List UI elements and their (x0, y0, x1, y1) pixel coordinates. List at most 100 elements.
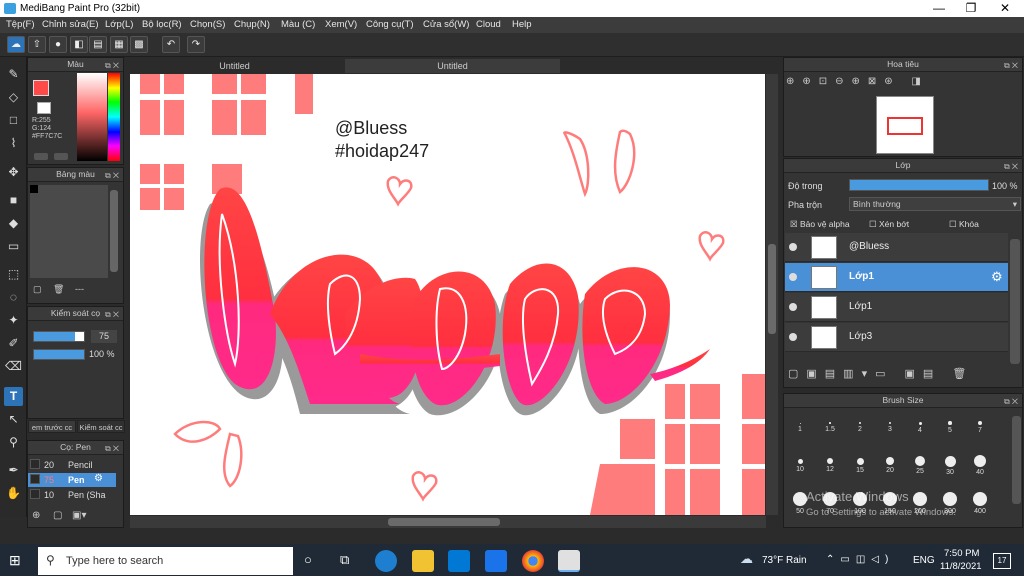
weather-text[interactable]: 73°F Rain (762, 555, 807, 566)
brush-size-slider[interactable] (33, 331, 85, 342)
brush-size-option[interactable]: 7 (966, 411, 994, 441)
add-brush-icon[interactable]: ⊕ (32, 510, 40, 521)
eraser-icon[interactable]: ◇ (4, 88, 23, 107)
color-picker-area[interactable] (77, 73, 107, 161)
swap-color-button[interactable] (34, 153, 48, 160)
layer-row[interactable]: Lớp1 (785, 293, 1008, 322)
brush-item-pencil[interactable]: 20 Pencil (28, 458, 116, 472)
redo-icon[interactable]: ↷ (187, 36, 205, 53)
menu-select[interactable]: Chọn(S) (190, 19, 225, 30)
menu-help[interactable]: Help (512, 19, 532, 30)
select-pen-icon[interactable]: ✐ (4, 334, 23, 353)
task-view-icon[interactable]: ⧉ (340, 552, 349, 568)
brush-size-option[interactable]: 20 (876, 449, 904, 479)
layer-row[interactable]: Lớp1 ⚙ (785, 263, 1008, 292)
menu-layer[interactable]: Lớp(L) (105, 19, 133, 30)
upload-icon[interactable]: ⇧ (28, 36, 46, 53)
grid-icon[interactable]: ▦ (110, 36, 128, 53)
menu-tools[interactable]: Công cụ(T) (366, 19, 414, 30)
chrome-icon[interactable] (522, 550, 544, 572)
bucket-icon[interactable]: ◆ (4, 214, 23, 233)
layer-scrollbar[interactable] (1010, 239, 1020, 364)
primary-color-swatch[interactable] (33, 80, 49, 96)
horizontal-scroll-thumb[interactable] (388, 518, 500, 526)
menu-window[interactable]: Cửa sổ(W) (423, 19, 469, 30)
tab-untitled-1[interactable]: Untitled (127, 59, 342, 73)
copy-brush-icon[interactable]: ▢ (53, 510, 62, 521)
blend-mode-select[interactable]: Bình thường ▾ (849, 197, 1021, 211)
select-icon[interactable]: ⬚ (4, 265, 23, 284)
page-icon[interactable]: ▤ (89, 36, 107, 53)
gear-icon[interactable]: ⚙ (991, 269, 1003, 285)
palette-swatch[interactable] (30, 185, 38, 193)
store-icon[interactable] (448, 550, 470, 572)
brush-size-option[interactable]: 40 (966, 449, 994, 479)
tab-untitled-2[interactable]: Untitled (345, 59, 560, 73)
close-button[interactable]: ✕ (988, 0, 1022, 17)
brush-size-option[interactable]: 12 (816, 449, 844, 479)
secondary-color-swatch[interactable] (37, 102, 51, 114)
share-icon[interactable]: ◧ (70, 36, 88, 53)
system-tray-icons[interactable]: ⌃▭◫◁) (826, 554, 894, 565)
gradient-icon[interactable]: ▭ (4, 237, 23, 256)
brush-item-pen-shade[interactable]: 10 Pen (Sha (28, 488, 116, 502)
text-icon[interactable]: T (4, 387, 23, 406)
operation-icon[interactable]: ↖ (4, 410, 23, 429)
edge-icon[interactable] (375, 550, 397, 572)
menu-cloud[interactable]: Cloud (476, 19, 501, 30)
eye-icon[interactable] (789, 303, 797, 311)
brush-size-option[interactable]: 10 (786, 449, 814, 479)
layer-row[interactable]: @Bluess (785, 233, 1008, 262)
clock-time[interactable]: 7:50 PM (944, 548, 979, 559)
mail-icon[interactable] (485, 550, 507, 572)
horizontal-scrollbar[interactable] (130, 516, 766, 528)
layer-toolbar[interactable]: ▢▣▤▥▾▭ ▣▤ 🗑 (788, 367, 974, 380)
lasso-icon[interactable]: ◌ (4, 288, 23, 307)
menu-edit[interactable]: Chỉnh sửa(E) (42, 19, 99, 30)
palette-area[interactable] (30, 185, 108, 278)
brush-size-option[interactable]: 3 (876, 411, 904, 441)
select-eraser-icon[interactable]: ⌫ (4, 357, 23, 376)
brush-size-option[interactable]: 5 (936, 411, 964, 441)
brush-opacity-slider[interactable] (33, 349, 85, 360)
tab-brush-control[interactable]: Kiểm soát cc (77, 420, 125, 433)
notification-icon[interactable]: 17 (993, 553, 1011, 569)
cortana-icon[interactable]: ○ (304, 552, 312, 567)
brush-size-option[interactable]: 25 (906, 449, 934, 479)
maximize-button[interactable]: ❐ (954, 0, 988, 17)
menu-capture[interactable]: Chụp(N) (234, 19, 270, 30)
cloud-icon[interactable]: ☁ (7, 36, 25, 53)
navigator-preview[interactable] (876, 96, 934, 154)
layer-row[interactable]: Lớp3 (785, 323, 1008, 352)
dropper-icon[interactable]: ⚲ (4, 433, 23, 452)
brush-item-pen[interactable]: 75 Pen ⚙ (28, 473, 116, 487)
brush-size-scrollbar[interactable] (1012, 416, 1021, 504)
vertical-scrollbar[interactable] (766, 74, 778, 515)
brush-menu-icon[interactable]: ▣▾ (72, 510, 86, 521)
brush-icon[interactable]: ✎ (4, 65, 23, 84)
fill-rect-icon[interactable]: ■ (4, 191, 23, 210)
menu-color[interactable]: Màu (C) (281, 19, 315, 30)
palette-delete-icon[interactable]: 🗑 (53, 284, 64, 295)
language-indicator[interactable]: ENG (913, 555, 935, 566)
brush-size-option[interactable]: 15 (846, 449, 874, 479)
drawing-canvas[interactable]: @Bluess #hoidap247 (130, 74, 765, 515)
minimize-button[interactable]: — (922, 0, 956, 17)
pen-tool-icon[interactable]: ✒ (4, 461, 23, 480)
protect-alpha-checkbox[interactable]: ☒ Bảo vệ alpha (790, 219, 850, 230)
lock-checkbox[interactable]: ☐ Khóa (949, 219, 979, 230)
brush-size-option[interactable]: 30 (936, 449, 964, 479)
brush-size-option[interactable]: 400 (966, 487, 994, 517)
windows-start-icon[interactable]: ⊞ (9, 552, 21, 569)
move-icon[interactable]: ✥ (4, 163, 23, 182)
undo-icon[interactable]: ↶ (162, 36, 180, 53)
dot-icon[interactable]: ⌇ (4, 134, 23, 153)
brush-size-option[interactable]: 2 (846, 411, 874, 441)
rectangle-icon[interactable]: □ (4, 111, 23, 130)
weather-icon[interactable]: ☁ (740, 551, 753, 567)
palette-scrollbar[interactable] (110, 190, 118, 272)
tab-brush-preview[interactable]: em trước cc (28, 420, 76, 433)
menu-file[interactable]: Tệp(F) (6, 19, 35, 30)
eye-icon[interactable] (789, 243, 797, 251)
reset-color-button[interactable] (54, 153, 68, 160)
